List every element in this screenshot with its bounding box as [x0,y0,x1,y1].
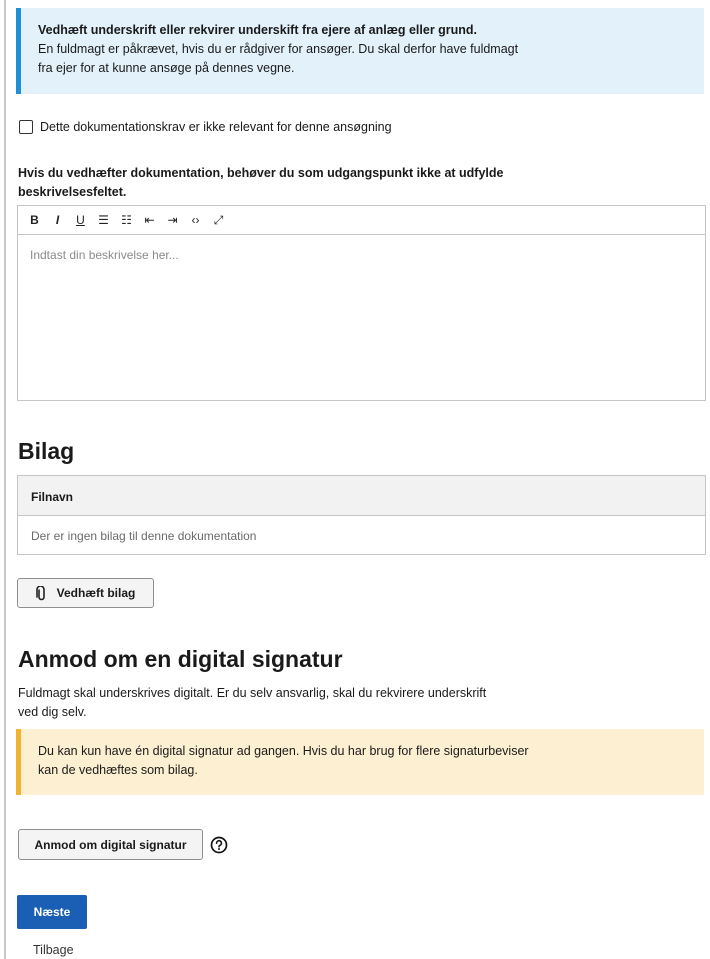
attachments-empty-text: Der er ingen bilag til denne dokumentati… [31,529,257,543]
underline-button[interactable]: U [70,211,91,229]
indent-icon[interactable]: ⇥ [162,211,183,229]
description-label-line2: beskrivelsesfeltet. [18,185,127,199]
signature-description: Fuldmagt skal underskrives digitalt. Er … [18,684,538,722]
attachments-heading: Bilag [18,438,75,464]
request-signature-button[interactable]: Anmod om digital signatur [18,829,203,860]
attachments-table: Filnavn Der er ingen bilag til denne dok… [17,475,706,555]
outdent-icon[interactable]: ⇤ [139,211,160,229]
warning-text-line1: Du kan kun have én digital signatur ad g… [38,744,529,758]
warning-text-line2: kan de vedhæftes som bilag. [38,763,198,777]
description-label-line1: Hvis du vedhæfter dokumentation, behøver… [18,166,504,180]
next-button[interactable]: Næste [17,895,87,929]
left-border [4,0,6,959]
info-title: Vedhæft underskrift eller rekvirer under… [38,23,478,37]
bullet-list-icon[interactable]: ☰ [93,211,114,229]
attach-file-label: Vedhæft bilag [56,586,136,600]
description-input[interactable]: Indtast din beskrivelse her... [18,235,705,262]
italic-button[interactable]: I [47,211,68,229]
attach-file-button[interactable]: Vedhæft bilag [17,578,154,608]
bold-button[interactable]: B [24,211,45,229]
info-text-line1: En fuldmagt er påkrævet, hvis du er rådg… [38,42,519,56]
description-label: Hvis du vedhæfter dokumentation, behøver… [18,164,578,202]
not-relevant-label: Dette dokumentationskrav er ikke relevan… [40,120,392,134]
paperclip-icon [35,585,45,600]
numbered-list-icon[interactable]: ☷ [116,211,137,229]
signature-description-line1: Fuldmagt skal underskrives digitalt. Er … [18,686,487,700]
fullscreen-icon[interactable]: ⤢ [208,211,229,229]
info-text-line2: fra ejer for at kunne ansøge på dennes v… [38,61,295,75]
editor-toolbar: B I U ☰ ☷ ⇤ ⇥ ‹› ⤢ [18,206,705,235]
not-relevant-checkbox-row[interactable]: Dette dokumentationskrav er ikke relevan… [19,120,392,134]
rich-text-editor: B I U ☰ ☷ ⇤ ⇥ ‹› ⤢ Indtast din beskrivel… [17,205,706,401]
back-link[interactable]: Tilbage [33,943,74,957]
signature-description-line2: ved dig selv. [18,705,87,719]
warning-callout: Du kan kun have én digital signatur ad g… [16,729,704,795]
filename-column-header: Filnavn [18,476,705,516]
signature-heading: Anmod om en digital signatur [18,646,343,672]
info-callout: Vedhæft underskrift eller rekvirer under… [16,8,704,94]
code-icon[interactable]: ‹› [185,211,206,229]
help-icon[interactable] [210,836,228,854]
not-relevant-checkbox[interactable] [19,120,33,134]
